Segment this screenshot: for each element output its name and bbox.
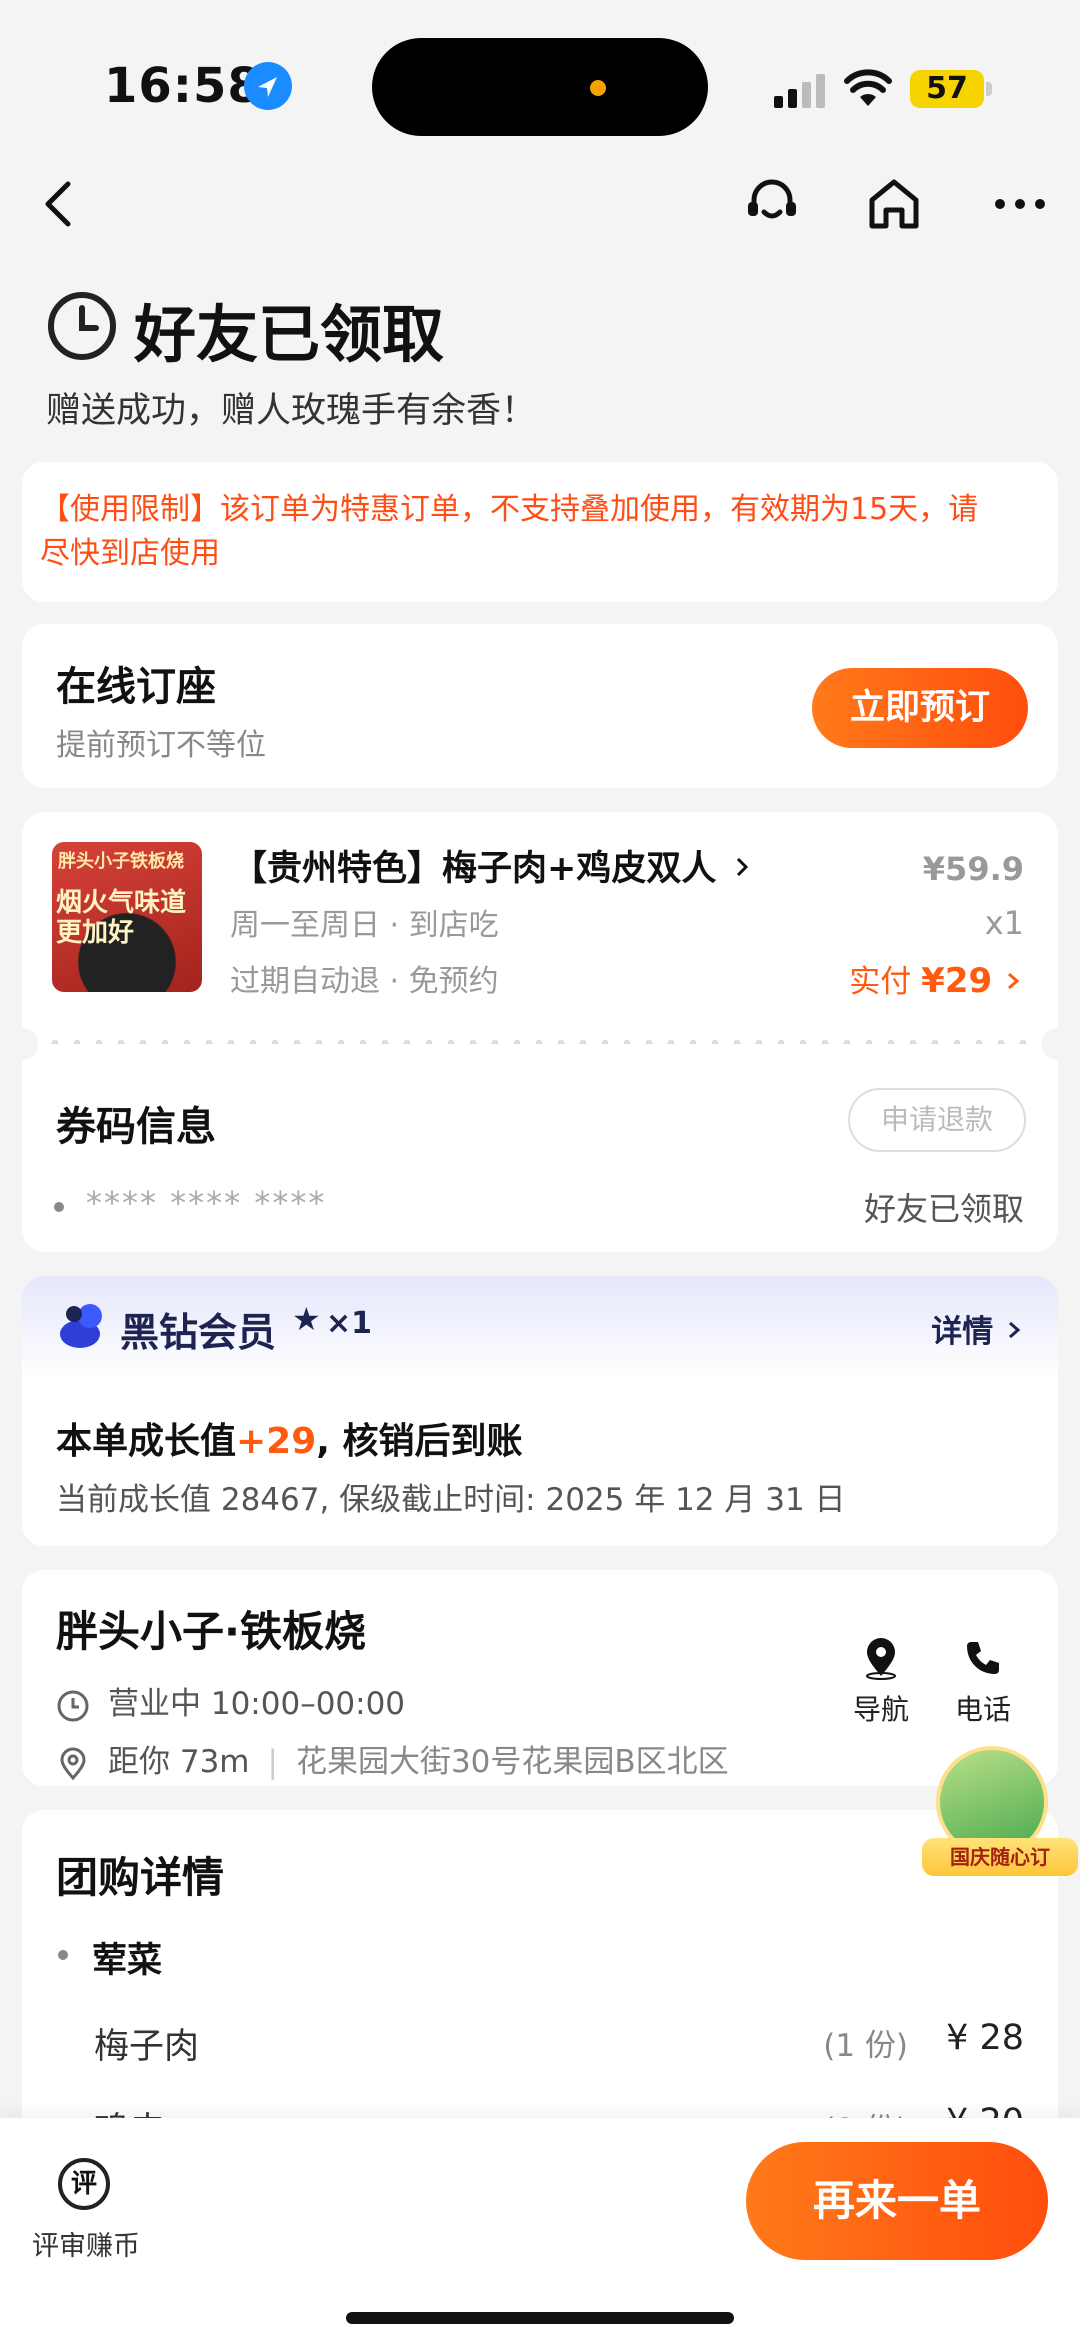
shop-card[interactable]: 胖头小子·铁板烧 营业中 10:00–00:00 距你 73m | 花果园大街30号… — [22, 1570, 1058, 1786]
clock-icon — [57, 1690, 89, 1721]
product-policy: 过期自动退 · 免预约 — [230, 964, 499, 999]
home-icon[interactable] — [862, 172, 926, 236]
reservation-title: 在线订座 — [56, 664, 216, 710]
order-again-button[interactable]: 再来一单 — [746, 2142, 1048, 2260]
bullet-dot — [54, 1202, 64, 1212]
coupon-code-title: 券码信息 — [56, 1104, 216, 1150]
thumbnail-slogan: 烟火气味道更加好 — [56, 888, 187, 948]
thumbnail-shop-text: 胖头小子铁板烧 — [58, 851, 184, 872]
member-detail-label: 详情 — [931, 1314, 994, 1350]
shop-location-row: 距你 73m | 花果园大街30号花果园B区北区 — [56, 1736, 729, 1781]
page-subtitle: 赠送成功，赠人玫瑰手有余香！ — [46, 391, 537, 431]
separator: | — [267, 1744, 278, 1780]
dynamic-island — [372, 38, 708, 136]
chevron-right-icon — [1009, 1321, 1021, 1339]
product-thumbnail[interactable]: 胖头小子铁板烧 烟火气味道更加好 — [52, 842, 202, 992]
home-indicator — [346, 2312, 734, 2324]
category-name: 荤菜 — [92, 1941, 163, 1981]
usage-notice-text: 【使用限制】该订单为特惠订单，不支持叠加使用，有效期为15天，请尽快到店使用 — [40, 492, 979, 571]
shop-hours: 营业中 10:00–00:00 — [108, 1686, 406, 1722]
member-star-icon: ★ — [292, 1300, 321, 1338]
status-bar: 16:58 57 — [0, 0, 1080, 150]
product-schedule: 周一至周日 · 到店吃 — [230, 908, 499, 943]
chevron-right-icon — [1008, 972, 1020, 990]
navigate-label: 导航 — [852, 1693, 909, 1726]
wifi-icon — [844, 69, 892, 106]
deal-item-qty: (1 份) — [823, 2028, 908, 2064]
navigation-pin-icon — [866, 1638, 896, 1680]
national-day-promo-badge[interactable]: 国庆随心订 — [922, 1746, 1078, 1878]
bullet-dot — [58, 1950, 68, 1960]
member-title: 黑钻会员 — [120, 1311, 277, 1356]
details-title: 团购详情 — [56, 1853, 225, 1902]
battery-cap — [986, 82, 992, 96]
member-logo-icon — [60, 1304, 102, 1348]
deal-item-name: 梅子肉 — [94, 2027, 200, 2067]
shop-name: 胖头小子·铁板烧 — [56, 1607, 366, 1656]
growth-value: +29 — [236, 1421, 317, 1462]
request-refund-button[interactable]: 申请退款 — [848, 1088, 1026, 1152]
more-icon[interactable] — [988, 172, 1052, 236]
paid-value: ¥29 — [921, 961, 993, 1001]
product-name: 【贵州特色】梅子肉+鸡皮双人 — [232, 849, 717, 889]
promo-label: 国庆随心订 — [922, 1838, 1078, 1876]
ticket-notch-right — [1042, 1028, 1074, 1060]
back-icon[interactable] — [28, 172, 92, 236]
order-card: 胖头小子铁板烧 烟火气味道更加好 【贵州特色】梅子肉+鸡皮双人 周一至周日 · … — [6, 812, 1074, 1252]
growth-note: 当前成长值 28467, 保级截止时间: 2025 年 12 月 31 日 — [56, 1482, 846, 1518]
growth-prefix: 本单成长值 — [56, 1421, 237, 1462]
perforation-divider — [22, 1040, 1058, 1044]
call-button[interactable]: 电话 — [938, 1636, 1028, 1728]
coupon-code-value: **** **** **** — [86, 1184, 327, 1222]
battery-indicator: 57 — [910, 70, 984, 108]
privacy-indicator — [590, 80, 606, 96]
call-label: 电话 — [954, 1693, 1011, 1726]
ticket-notch-left — [6, 1028, 38, 1060]
deal-item-price: ¥ 28 — [946, 2018, 1024, 2058]
paid-label: 实付 — [849, 964, 912, 1000]
location-pin-icon — [60, 1747, 86, 1780]
coupon-status: 好友已领取 — [863, 1190, 1024, 1228]
reserve-now-button[interactable]: 立即预订 — [812, 668, 1028, 748]
chevron-right-icon — [736, 857, 748, 877]
phone-icon — [967, 1642, 999, 1674]
shop-distance: 距你 73m — [108, 1744, 250, 1780]
growth-suffix: , 核销后到账 — [316, 1421, 523, 1462]
original-price: ¥59.9 — [922, 850, 1024, 888]
status-time: 16:58 — [104, 58, 262, 114]
black-diamond-member-card: 黑钻会员 ★ ×1 详情 本单成长值+29, 核销后到账 当前成长值 28467… — [22, 1276, 1058, 1546]
paid-amount-link[interactable]: 实付 ¥29 — [849, 956, 1024, 1001]
quantity: x1 — [984, 904, 1024, 942]
online-reservation-card: 在线订座 提前预订不等位 立即预订 — [22, 624, 1058, 788]
reservation-subtitle: 提前预订不等位 — [56, 728, 266, 763]
navigate-button[interactable]: 导航 — [836, 1636, 926, 1728]
location-arrow-icon — [244, 62, 292, 110]
member-detail-link[interactable]: 详情 — [931, 1306, 1024, 1351]
signal-icon — [774, 74, 825, 108]
review-earn-coins-label[interactable]: 评审赚币 — [32, 2224, 140, 2263]
page-title: 好友已领取 — [134, 298, 445, 371]
shop-hours-row: 营业中 10:00–00:00 — [56, 1678, 405, 1723]
review-icon[interactable]: 评 — [58, 2158, 110, 2210]
usage-notice-card: 【使用限制】该订单为特惠订单，不支持叠加使用，有效期为15天，请尽快到店使用 — [22, 462, 1058, 602]
shop-address: 花果园大街30号花果园B区北区 — [295, 1744, 729, 1780]
clock-icon — [48, 292, 116, 360]
member-multiplier: ×1 — [326, 1306, 373, 1341]
growth-value-line: 本单成长值+29, 核销后到账 — [56, 1412, 523, 1464]
product-name-link[interactable]: 【贵州特色】梅子肉+鸡皮双人 — [232, 840, 755, 891]
customer-service-icon[interactable] — [740, 172, 804, 236]
